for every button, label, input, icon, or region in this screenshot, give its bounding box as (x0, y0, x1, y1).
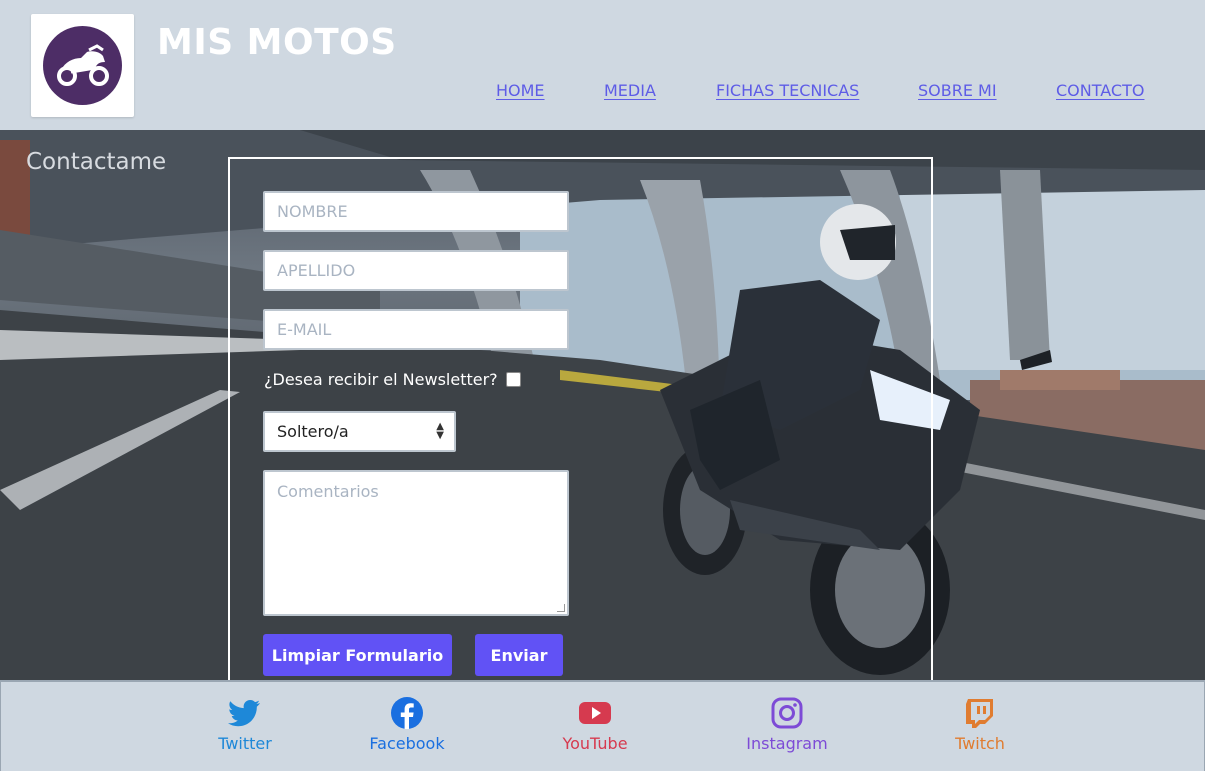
apellido-input[interactable] (263, 250, 569, 291)
social-label: Twitch (955, 734, 1005, 753)
site-footer: Twitter Facebook YouTube Instagram Twitc… (0, 680, 1205, 771)
social-facebook[interactable]: Facebook (347, 696, 467, 753)
email-input[interactable] (263, 309, 569, 350)
social-label: Twitter (218, 734, 272, 753)
main-nav: HOME MEDIA FICHAS TECNICAS SOBRE MI CONT… (0, 81, 1205, 105)
social-label: YouTube (562, 734, 628, 753)
contact-title: Contactame (26, 149, 167, 175)
nav-fichas-tecnicas[interactable]: FICHAS TECNICAS (716, 81, 859, 100)
social-label: Instagram (746, 734, 828, 753)
comentarios-textarea[interactable]: Comentarios (263, 470, 569, 616)
nav-home[interactable]: HOME (496, 81, 545, 100)
nombre-input[interactable] (263, 191, 569, 232)
newsletter-row: ¿Desea recibir el Newsletter? (264, 370, 521, 389)
twitch-icon (966, 699, 993, 728)
site-header: MIS MOTOS HOME MEDIA FICHAS TECNICAS SOB… (0, 0, 1205, 130)
instagram-icon (771, 697, 803, 729)
youtube-icon (579, 702, 611, 724)
newsletter-label: ¿Desea recibir el Newsletter? (264, 370, 498, 389)
twitter-icon (228, 700, 260, 727)
facebook-icon (391, 697, 423, 729)
submit-button[interactable]: Enviar (475, 634, 563, 676)
nav-media[interactable]: MEDIA (604, 81, 656, 100)
newsletter-checkbox[interactable] (505, 372, 521, 387)
nav-sobre-mi[interactable]: SOBRE MI (918, 81, 997, 100)
social-label: Facebook (369, 734, 445, 753)
comentarios-placeholder: Comentarios (277, 482, 379, 501)
social-twitter[interactable]: Twitter (185, 696, 305, 753)
social-youtube[interactable]: YouTube (535, 696, 655, 753)
resize-handle-icon[interactable] (557, 604, 565, 612)
social-twitch[interactable]: Twitch (920, 696, 1040, 753)
select-arrows-icon: ▲ ▼ (436, 421, 444, 441)
estado-civil-value: Soltero/a (277, 422, 349, 441)
nav-contacto[interactable]: CONTACTO (1056, 81, 1144, 100)
hero-section: Contactame ¿Desea recibir el Newsletter?… (0, 130, 1205, 680)
clear-form-button[interactable]: Limpiar Formulario (263, 634, 452, 676)
estado-civil-select[interactable]: Soltero/a ▲ ▼ (263, 411, 456, 452)
site-title: MIS MOTOS (157, 22, 397, 63)
social-instagram[interactable]: Instagram (727, 696, 847, 753)
